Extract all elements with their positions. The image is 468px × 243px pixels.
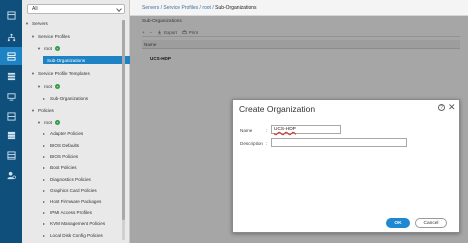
tree-node-policy[interactable]: ▸ Adapter Policies — [43, 129, 83, 137]
nav-rail — [0, 0, 22, 243]
tree-node-label: root — [44, 119, 52, 125]
equipment-icon[interactable] — [0, 28, 22, 46]
ok-button[interactable]: OK — [386, 218, 410, 228]
vm-icon[interactable] — [0, 107, 22, 125]
add-org-icon: + — [54, 45, 60, 51]
name-field-value: UCS-HDP — [274, 127, 296, 132]
add-org-icon: + — [54, 119, 60, 125]
collapsed-icon[interactable]: ▸ — [43, 199, 47, 204]
name-colon: : — [266, 128, 268, 133]
name-field[interactable]: UCS-HDP — [271, 125, 341, 134]
description-field[interactable] — [271, 138, 407, 147]
tree-node-label: Servers — [32, 20, 48, 26]
navigation-tree: All ▼ Servers ▼ Service Profiles ▼ root … — [22, 0, 147, 243]
tree-node-label: Service Profiles — [38, 33, 70, 39]
tree-node-label: root — [44, 45, 52, 51]
tree-node-policy[interactable]: ▸ Diagnostics Policies — [43, 175, 91, 183]
description-colon: : — [266, 141, 268, 146]
tree-node-sub-organizations[interactable]: ▸ Sub-Organizations — [43, 94, 88, 102]
tree-node-policy[interactable]: ▸ KVM Management Policies — [43, 219, 105, 227]
scrollbar-thumb[interactable] — [122, 20, 125, 220]
expand-icon[interactable]: ▼ — [37, 46, 41, 51]
expand-icon[interactable]: ▼ — [31, 34, 35, 39]
tree-node-label: Policies — [38, 107, 54, 113]
tree-scrollbar[interactable] — [122, 20, 125, 240]
breadcrumb-separator: / — [212, 4, 214, 11]
expand-icon[interactable]: ▼ — [37, 84, 41, 89]
breadcrumb-service-profiles[interactable]: Service Profiles — [163, 5, 198, 11]
collapsed-icon[interactable]: ▸ — [43, 210, 47, 215]
collapsed-icon[interactable]: ▸ — [43, 233, 47, 238]
chassis-icon[interactable] — [0, 146, 22, 164]
tree-node-label: Boot Policies — [50, 164, 77, 170]
close-icon[interactable]: ✕ — [448, 102, 456, 112]
breadcrumb-separator: / — [199, 4, 201, 11]
create-organization-dialog: Create Organization ? ✕ Name : UCS-HDP D… — [232, 99, 460, 233]
collapsed-icon[interactable]: ▸ — [43, 188, 47, 193]
tree-node-root[interactable]: ▼ root + — [37, 118, 60, 126]
tree-node-service-profiles[interactable]: ▼ Service Profiles — [31, 32, 70, 40]
tree-node-service-profile-templates[interactable]: ▼ Service Profile Templates — [31, 69, 90, 77]
expand-icon[interactable]: ▼ — [31, 108, 35, 113]
dialog-title: Create Organization — [239, 104, 316, 114]
tree-node-policy[interactable]: ▸ IPMI Access Profiles — [43, 208, 92, 216]
breadcrumb-current: Sub-Organizations — [215, 4, 257, 11]
tree-filter-value: All — [32, 6, 38, 12]
tree-node-label: Adapter Policies — [50, 130, 84, 136]
collapsed-icon[interactable]: ▸ — [43, 177, 47, 182]
tree-node-label: root — [44, 83, 52, 89]
collapsed-icon[interactable]: ▸ — [43, 143, 47, 148]
tree-node-policy[interactable]: ▸ Host Firmware Packages — [43, 197, 101, 205]
breadcrumb: Servers / Service Profiles / root / Sub-… — [130, 0, 468, 16]
chevron-down-icon — [116, 6, 122, 12]
collapsed-icon[interactable]: ▸ — [43, 131, 47, 136]
tree-node-root[interactable]: ▼ root + — [37, 44, 60, 52]
tree-node-label: Diagnostics Policies — [50, 176, 91, 182]
lan-icon[interactable] — [0, 67, 22, 85]
tree-node-label: Graphics Card Policies — [50, 187, 97, 193]
dashboard-icon[interactable] — [0, 6, 22, 24]
breadcrumb-servers[interactable]: Servers — [142, 5, 159, 11]
name-label: Name — [240, 128, 253, 133]
tree-node-policy[interactable]: ▸ Graphics Card Policies — [43, 186, 97, 194]
tree-node-label: Sub-Organizations — [47, 57, 86, 63]
tree-node-label: Sub-Organizations — [50, 95, 89, 101]
add-org-icon: + — [54, 83, 60, 89]
tree-node-policy[interactable]: ▸ Local Disk Config Policies — [43, 231, 103, 239]
tree-node-label: BIOS Policies — [50, 153, 79, 159]
tree-node-label: Host Firmware Packages — [50, 198, 102, 204]
tree-node-label: Service Profile Templates — [38, 70, 90, 76]
expand-icon[interactable]: ▼ — [25, 21, 29, 26]
storage-icon[interactable] — [0, 126, 22, 144]
tree-node-label: KVM Management Policies — [50, 220, 106, 226]
tree-node-policy[interactable]: ▸ Boot Policies — [43, 163, 77, 171]
help-icon[interactable]: ? — [438, 104, 445, 111]
collapsed-icon[interactable]: ▸ — [43, 165, 47, 170]
breadcrumb-root[interactable]: root — [202, 5, 211, 11]
tree-node-policies[interactable]: ▼ Policies — [31, 106, 54, 114]
cancel-button[interactable]: Cancel — [415, 218, 447, 228]
tree-filter-select[interactable]: All — [27, 4, 125, 14]
collapsed-icon[interactable]: ▸ — [43, 154, 47, 159]
tree-node-policy[interactable]: ▸ BIOS Defaults — [43, 141, 79, 149]
expand-icon[interactable]: ▼ — [31, 71, 35, 76]
description-label: Description — [240, 141, 263, 146]
breadcrumb-separator: / — [160, 4, 163, 11]
collapsed-icon[interactable]: ▸ — [43, 221, 47, 226]
tree-node-label: BIOS Defaults — [50, 142, 80, 148]
expand-icon[interactable]: ▼ — [37, 120, 41, 125]
tree-node-policy[interactable]: ▸ BIOS Policies — [43, 152, 78, 160]
admin-icon[interactable] — [0, 166, 22, 184]
tree-node-servers[interactable]: ▼ Servers — [25, 19, 48, 27]
tree-node-label: IPMI Access Profiles — [50, 209, 92, 215]
tree-node-root[interactable]: ▼ root + — [37, 82, 60, 90]
san-icon[interactable] — [0, 87, 22, 105]
collapsed-icon[interactable]: ▸ — [43, 96, 47, 101]
tree-node-label: Local Disk Config Policies — [50, 232, 103, 238]
servers-icon[interactable] — [0, 47, 22, 65]
